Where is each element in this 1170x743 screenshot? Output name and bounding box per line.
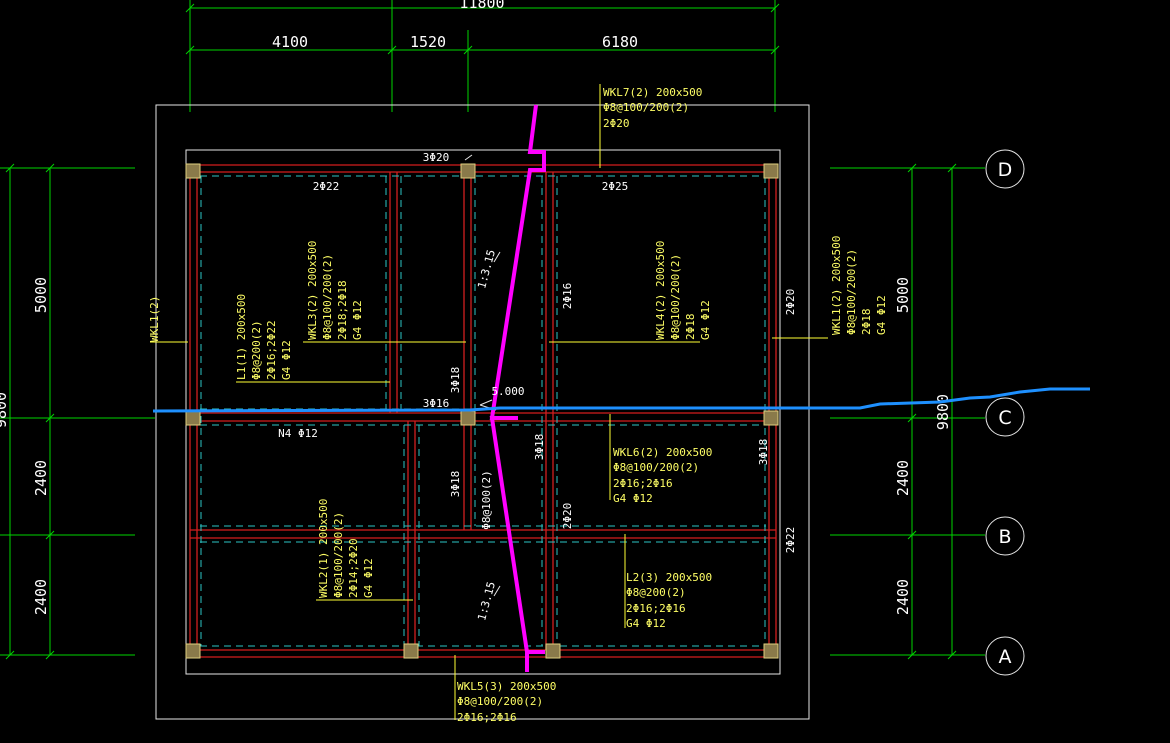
annotation-wkl6[interactable]: WKL6(2) 200x500 Φ8@100/200(2) 2Φ16;2Φ16 … [613,446,712,505]
annotation-l2-line-2: Φ8@200(2) [626,586,686,599]
axis-label-b: B [998,526,1011,548]
annotation-wkl4-line-4: G4 Φ12 [699,300,712,340]
column-c3 [763,410,779,426]
annotation-wkl4-line-2: Φ8@100/200(2) [669,254,682,340]
column-c2 [460,410,476,426]
right-dimension-chain: 5000 2400 2400 9800 [830,163,985,660]
column-d2 [460,163,476,179]
slope-bottom: 1:3.15 [475,580,498,622]
axis-bubble-d[interactable]: D [985,149,1025,189]
annotation-wkl1[interactable]: WKL1(2) 200x500 Φ8@100/200(2) 2Φ18 G4 Φ1… [830,236,888,335]
rebar-3phi18-v3: 3Φ18 [757,439,770,466]
annotation-wkl3-line-3: 2Φ18;2Φ18 [336,280,349,340]
annotation-wkl5-line-3: 2Φ16;2Φ16 [457,711,517,724]
rebar-2phi22-right: 2Φ22 [784,527,797,554]
annotation-wkl4-line-3: 2Φ18 [684,314,697,341]
annotation-l1-line-2: Φ8@200(2) [250,320,263,380]
rebar-2phi25-top: 2Φ25 [602,180,629,193]
rebar-3phi16-c: 3Φ16 [423,397,450,410]
annotation-l2-line-4: G4 Φ12 [626,617,666,630]
annotation-wkl3-line-2: Φ8@100/200(2) [321,254,334,340]
annotation-l2[interactable]: L2(3) 200x500 Φ8@200(2) 2Φ16;2Φ16 G4 Φ12 [626,571,712,630]
annotation-wkl6-line-1: WKL6(2) 200x500 [613,446,712,459]
column-d3 [763,163,779,179]
annotation-l1-line-4: G4 Φ12 [280,340,293,380]
annotation-l1-line-1: L1(1) 200x500 [235,294,248,380]
annotation-wkl5[interactable]: WKL5(3) 200x500 Φ8@100/200(2) 2Φ16;2Φ16 [457,680,556,724]
annotation-wkl3-line-1: WKL3(2) 200x500 [306,241,319,340]
column-a2 [403,643,419,659]
axis-bubble-c[interactable]: C [985,397,1025,437]
annotation-wkl2-line-1: WKL2(1) 200x500 [317,499,330,598]
annotation-l2-line-1: L2(3) 200x500 [626,571,712,584]
left-dimension-chain: 5000 2400 2400 9800 [0,163,155,660]
annotation-wkl4[interactable]: WKL4(2) 200x500 Φ8@100/200(2) 2Φ18 G4 Φ1… [654,241,712,340]
annotation-wkl2-line-2: Φ8@100/200(2) [332,512,345,598]
annotation-wkl1-line-3: 2Φ18 [860,309,873,336]
slope-top: 1:3.15 [475,248,498,290]
annotation-wkl7-line-1: WKL7(2) 200x500 [603,86,702,99]
annotation-wkl7[interactable]: WKL7(2) 200x500 Φ8@100/200(2) 2Φ20 [603,86,702,130]
annotation-wkl1-line-4: G4 Φ12 [875,295,888,335]
dim-top-seg-3: 6180 [602,33,638,51]
dim-right-seg-2: 2400 [894,460,912,496]
rebar-3phi18-v4: 3Φ18 [449,471,462,498]
dim-left-seg-2: 2400 [32,460,50,496]
column-d1 [185,163,201,179]
annotation-wkl6-line-2: Φ8@100/200(2) [613,461,699,474]
axis-label-a: A [999,646,1012,668]
annotation-wkl1-left[interactable]: WKL1(2) [148,296,161,342]
annotation-wkl6-line-4: G4 Φ12 [613,492,653,505]
annotation-wkl2-line-3: 2Φ14;2Φ20 [347,538,360,598]
axis-bubble-b[interactable]: B [985,516,1025,556]
dim-left-total: 9800 [0,392,10,428]
rebar-2phi16-mid: 2Φ16 [561,283,574,310]
annotation-wkl1-line-2: Φ8@100/200(2) [845,249,858,335]
rebar-n4-phi12: N4 Φ12 [278,427,318,440]
dim-right-seg-3: 2400 [894,579,912,615]
column-a4 [763,643,779,659]
dim-top-seg-1: 4100 [272,33,308,51]
annotation-wkl5-line-1: WKL5(3) 200x500 [457,680,556,693]
dim-left-seg-3: 2400 [32,579,50,615]
annotation-l1-line-3: 2Φ16;2Φ22 [265,320,278,380]
annotation-wkl3[interactable]: WKL3(2) 200x500 Φ8@100/200(2) 2Φ18;2Φ18 … [306,241,364,340]
rebar-top-3phi20: 3Φ20 [423,151,450,164]
dim-top-seg-2: 1520 [410,33,446,51]
annotation-wkl2-line-4: G4 Φ12 [362,558,375,598]
annotation-l1[interactable]: L1(1) 200x500 Φ8@200(2) 2Φ16;2Φ22 G4 Φ12 [235,294,293,380]
rebar-2phi20-v: 2Φ20 [561,503,574,530]
annotation-wkl4-line-1: WKL4(2) 200x500 [654,241,667,340]
annotation-l2-line-3: 2Φ16;2Φ16 [626,602,686,615]
axis-label-c: C [998,407,1011,429]
dim-top-total: 11800 [459,0,504,12]
leader-lines [150,84,828,720]
annotation-wkl1-line-1: WKL1(2) 200x500 [830,236,843,335]
dim-left-seg-1: 5000 [32,277,50,313]
rebar-2phi20-right: 2Φ20 [784,289,797,316]
column-a3 [545,643,561,659]
axis-label-d: D [998,159,1013,181]
rebar-phi8-v: Φ8@100(2) [480,470,493,530]
annotation-wkl6-line-3: 2Φ16;2Φ16 [613,477,673,490]
column-a1 [185,643,201,659]
column-c1 [185,410,201,426]
elevation-label: 5.000 [491,385,524,398]
axis-bubble-a[interactable]: A [985,636,1025,676]
annotation-wkl7-line-3: 2Φ20 [603,117,630,130]
annotation-wkl7-line-2: Φ8@100/200(2) [603,101,689,114]
rebar-3phi18-v2: 3Φ18 [533,434,546,461]
rebar-3phi18-v1: 3Φ18 [449,367,462,394]
cad-drawing-canvas[interactable]: 11800 4100 1520 6180 5000 2400 2400 9800 [0,0,1170,743]
rebar-2phi22-top: 2Φ22 [313,180,340,193]
annotation-wkl5-line-2: Φ8@100/200(2) [457,695,543,708]
annotation-wkl2[interactable]: WKL2(1) 200x500 Φ8@100/200(2) 2Φ14;2Φ20 … [317,499,375,598]
annotation-wkl3-line-4: G4 Φ12 [351,300,364,340]
dim-right-seg-1: 5000 [894,277,912,313]
